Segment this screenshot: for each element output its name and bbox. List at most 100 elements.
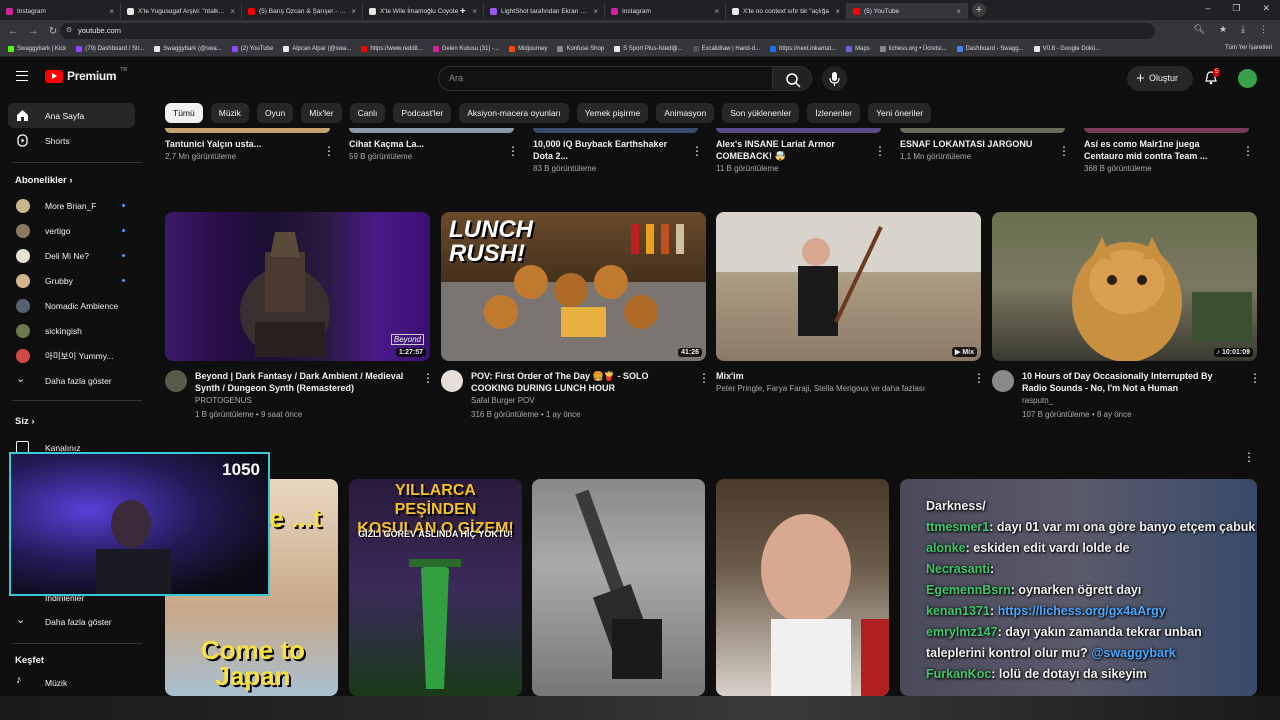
- browser-tab[interactable]: X'te Wile İmamoğlu Coyote ✚ ×: [363, 3, 484, 19]
- bookmark-item[interactable]: (2) YouTube: [231, 46, 273, 52]
- account-avatar[interactable]: [1238, 69, 1257, 88]
- video-thumbnail[interactable]: ▶ Mix: [716, 212, 981, 361]
- video-channel[interactable]: Peter Pringle, Farya Faraji, Stella Meri…: [716, 382, 956, 396]
- you-header[interactable]: Siz ›: [15, 416, 35, 427]
- video-title[interactable]: ESNAF LOKANTASI JARGONU: [900, 138, 1050, 150]
- sidebar-item-shorts[interactable]: Shorts: [8, 128, 135, 153]
- tab-close-icon[interactable]: ×: [230, 7, 235, 16]
- bookmark-item[interactable]: Konfuse Shop: [557, 46, 604, 52]
- search-button[interactable]: [772, 66, 812, 91]
- minimize-icon[interactable]: –: [1205, 3, 1210, 14]
- sidebar-item-subscription[interactable]: sickingish: [8, 318, 135, 343]
- bookmark-item[interactable]: Excalidraw | Hand-d...: [692, 46, 760, 52]
- video-thumbnail-edge[interactable]: [349, 128, 514, 133]
- short-thumbnail[interactable]: [532, 479, 705, 696]
- shorts-more-icon[interactable]: [1243, 450, 1255, 464]
- channel-avatar[interactable]: [165, 370, 187, 392]
- tab-close-icon[interactable]: ×: [472, 7, 477, 16]
- sidebar-item-subscription[interactable]: 아미보이 Yummy...: [8, 343, 135, 368]
- filter-chip[interactable]: Son yüklenenler: [722, 103, 800, 123]
- tab-close-icon[interactable]: ×: [835, 7, 840, 16]
- more-actions-icon[interactable]: [422, 371, 434, 385]
- bookmark-item[interactable]: Midjourney: [509, 46, 547, 52]
- show-more-subscriptions[interactable]: ⌄ Daha fazla göster: [8, 368, 135, 393]
- video-thumbnail-edge[interactable]: [165, 128, 330, 133]
- video-title[interactable]: Mix'im: [716, 370, 956, 382]
- menu-icon[interactable]: ⋮: [1259, 24, 1268, 35]
- more-actions-icon[interactable]: [1242, 144, 1254, 158]
- more-actions-icon[interactable]: [323, 144, 335, 158]
- more-actions-icon[interactable]: [973, 371, 985, 385]
- channel-avatar[interactable]: [441, 370, 463, 392]
- all-bookmarks-link[interactable]: Tüm Yer İşaretleri: [1225, 45, 1272, 51]
- video-title[interactable]: Cihat Kaçma La...: [349, 138, 499, 150]
- bookmark-item[interactable]: https://next.inkamat...: [770, 46, 836, 52]
- more-actions-icon[interactable]: [507, 144, 519, 158]
- video-channel[interactable]: PROTOGENUS: [195, 394, 415, 408]
- browser-tab[interactable]: (5) Barış Özcan & Şarışer - Kon ×: [242, 3, 363, 19]
- filter-chip[interactable]: Yeni öneriler: [868, 103, 932, 123]
- sidebar-item-home[interactable]: Ana Sayfa: [8, 103, 135, 128]
- forward-icon[interactable]: →: [26, 26, 40, 37]
- create-button[interactable]: + Oluştur: [1127, 66, 1193, 91]
- video-thumbnail-edge[interactable]: [716, 128, 881, 133]
- more-actions-icon[interactable]: [698, 371, 710, 385]
- video-title[interactable]: POV: First Order of The Day 🍔🍟 - SOLO CO…: [471, 370, 691, 394]
- bookmark-item[interactable]: Swaggybark (@swa...: [154, 46, 222, 52]
- tab-close-icon[interactable]: ×: [351, 7, 356, 16]
- channel-avatar[interactable]: [992, 370, 1014, 392]
- browser-tab[interactable]: Instagram ×: [0, 3, 121, 19]
- sidebar-item-subscription[interactable]: vertigo: [8, 218, 135, 243]
- reload-icon[interactable]: ↻: [46, 26, 60, 37]
- tab-close-icon[interactable]: ×: [714, 7, 719, 16]
- bookmark-item[interactable]: Gelen Kutusu (31) -...: [432, 46, 499, 52]
- new-tab-button[interactable]: +: [972, 3, 986, 17]
- filter-chip[interactable]: Mix'ler: [301, 103, 342, 123]
- video-thumbnail-edge[interactable]: [533, 128, 698, 133]
- filter-chip[interactable]: Canlı: [349, 103, 386, 123]
- filter-chip[interactable]: Müzik: [210, 103, 249, 123]
- youtube-premium-logo[interactable]: Premium TR: [45, 67, 127, 83]
- browser-tab[interactable]: (5) YouTube ×: [847, 3, 968, 19]
- filter-chip[interactable]: Animasyon: [656, 103, 715, 123]
- tab-close-icon[interactable]: ×: [956, 7, 961, 16]
- more-actions-icon[interactable]: [874, 144, 886, 158]
- video-thumbnail[interactable]: Beyond 1:27:57: [165, 212, 430, 361]
- browser-tab[interactable]: X'te Yugusugaf Arşivi: "ntalks de ×: [121, 3, 242, 19]
- short-thumbnail[interactable]: [716, 479, 889, 696]
- sidebar-item-music[interactable]: ♪ Müzik: [8, 670, 135, 695]
- tab-close-icon[interactable]: ×: [593, 7, 598, 16]
- back-icon[interactable]: ←: [6, 26, 20, 37]
- show-more-you[interactable]: ⌄ Daha fazla göster: [8, 609, 135, 634]
- bookmark-item[interactable]: S Sport Plus-İstediği...: [614, 46, 683, 52]
- site-info-icon[interactable]: ⚙: [66, 23, 72, 39]
- search-input[interactable]: Ara: [438, 66, 773, 91]
- video-thumbnail[interactable]: LUNCH RUSH! 41:26: [441, 212, 706, 361]
- video-title[interactable]: 10 Hours of Day Occasionally Interrupted…: [1022, 370, 1237, 394]
- filter-chip[interactable]: Podcast'ler: [393, 103, 452, 123]
- close-icon[interactable]: ✕: [1262, 3, 1270, 14]
- filter-chip[interactable]: Tümü: [165, 103, 203, 123]
- browser-tab[interactable]: X'te no context sıfır bir "açlığa ×: [726, 3, 847, 19]
- filter-chip[interactable]: Aksiyon-macera oyunları: [459, 103, 569, 123]
- bookmark-item[interactable]: https://www.reddit...: [361, 46, 423, 52]
- url-input[interactable]: ⚙ youtube.com: [60, 23, 1155, 39]
- video-channel[interactable]: Safal Burger POV: [471, 394, 691, 408]
- sidebar-item-subscription[interactable]: Deli Mi Ne?: [8, 243, 135, 268]
- bookmark-item[interactable]: (79) Dashboard / Str...: [76, 46, 144, 52]
- bookmark-star-icon[interactable]: ★: [1219, 24, 1227, 35]
- bookmark-item[interactable]: Swaggybark | Kick: [8, 46, 66, 52]
- video-title[interactable]: 10,000 iQ Buyback Earthshaker Dota 2...: [533, 138, 683, 162]
- bookmark-item[interactable]: Alpcan Alpar (@swa...: [283, 46, 351, 52]
- video-thumbnail-edge[interactable]: [900, 128, 1065, 133]
- bookmark-item[interactable]: V0.8 - Google Dokü...: [1033, 46, 1100, 52]
- more-actions-icon[interactable]: [691, 144, 703, 158]
- video-thumbnail-edge[interactable]: [1084, 128, 1249, 133]
- filter-chip[interactable]: Oyun: [256, 103, 294, 123]
- browser-tab[interactable]: Instagram ×: [605, 3, 726, 19]
- download-icon[interactable]: ⤓: [1241, 24, 1245, 35]
- video-title[interactable]: Alex's INSANE Lariat Armor COMEBACK! 🤯: [716, 138, 866, 162]
- bookmark-item[interactable]: lichess.org • Ücretsi...: [879, 46, 947, 52]
- bookmark-item[interactable]: Dashboard - Swagg...: [956, 46, 1024, 52]
- bookmark-item[interactable]: Maps: [846, 46, 870, 52]
